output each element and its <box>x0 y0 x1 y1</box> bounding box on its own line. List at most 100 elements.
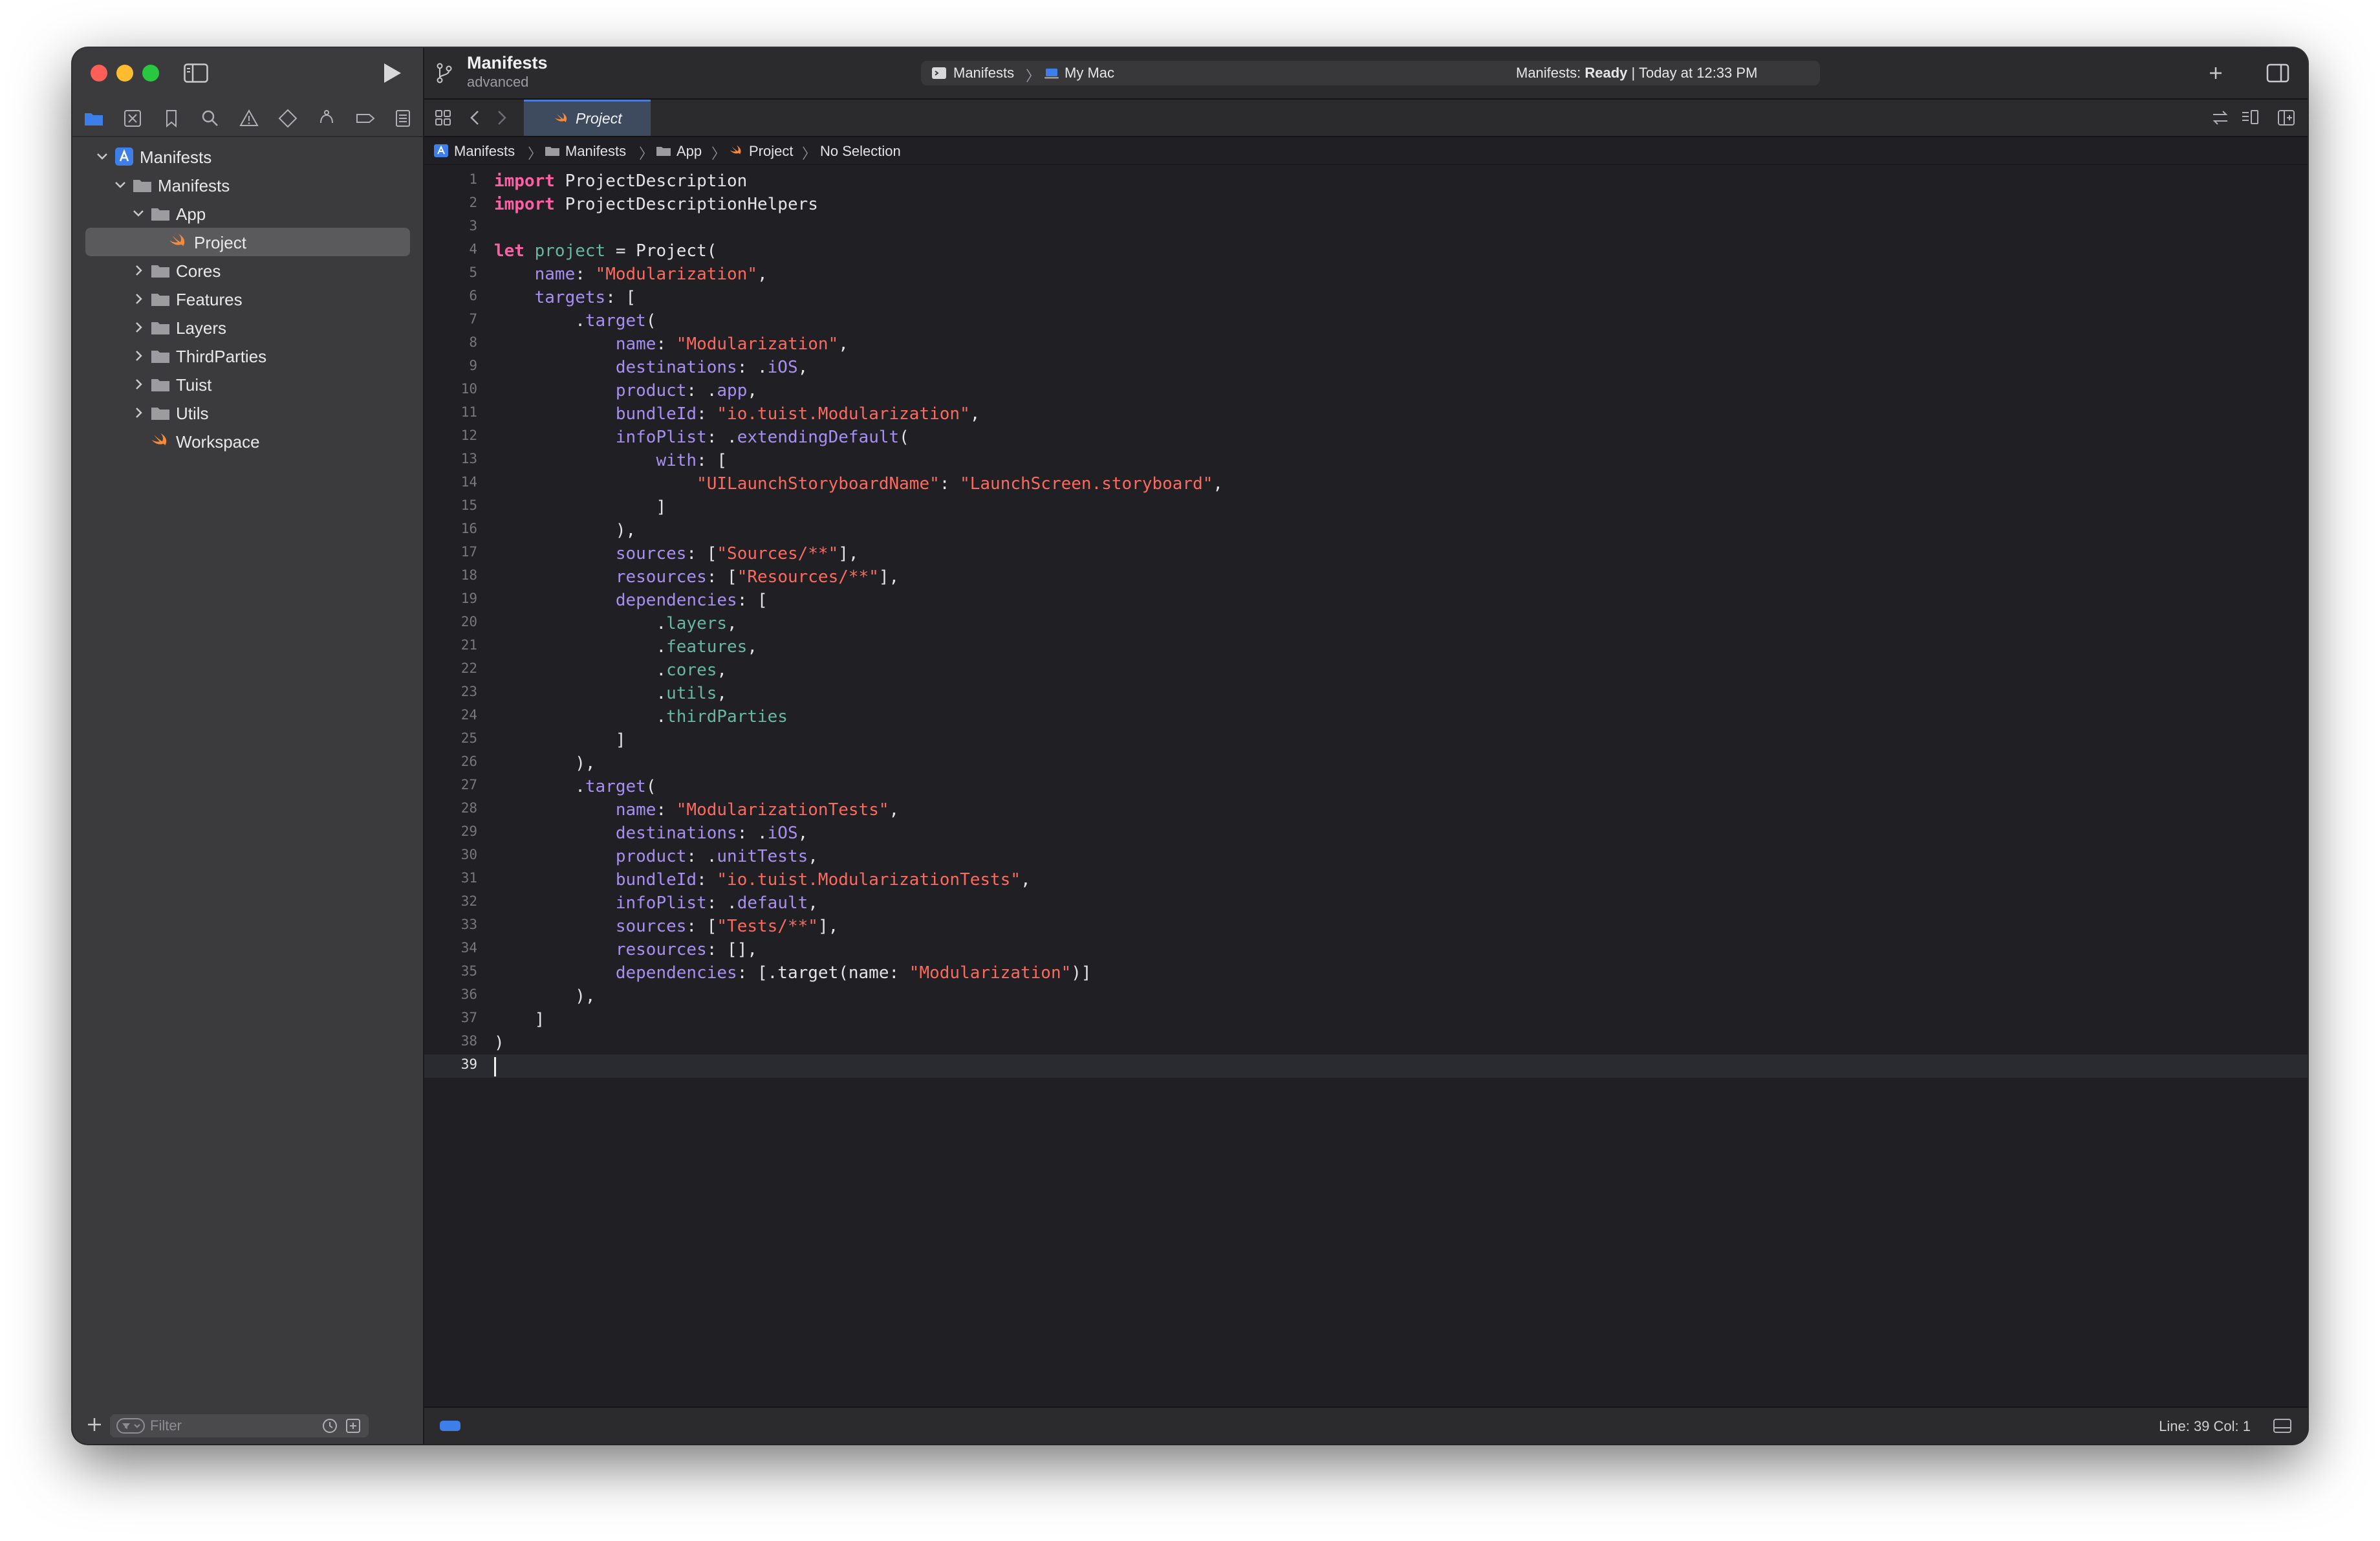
disclosure-expanded-icon[interactable] <box>113 176 128 194</box>
code-line[interactable]: 23 .utils, <box>424 682 2308 705</box>
grid-icon[interactable] <box>433 108 453 127</box>
disclosure-collapsed-icon[interactable] <box>131 290 146 308</box>
find-tab-icon[interactable] <box>199 107 221 129</box>
code-line[interactable]: 34 resources: [], <box>424 938 2308 961</box>
zoom-window-button[interactable] <box>142 65 159 82</box>
code-line[interactable]: 33 sources: ["Tests/**"], <box>424 915 2308 938</box>
project-navigator-tab-icon[interactable] <box>83 107 105 129</box>
code-line[interactable]: 9 destinations: .iOS, <box>424 356 2308 379</box>
tree-item[interactable]: Tuist <box>85 370 410 399</box>
code-line[interactable]: 14 "UILaunchStoryboardName": "LaunchScre… <box>424 472 2308 496</box>
branch-icon[interactable] <box>435 62 454 84</box>
editor-tab-project[interactable]: Project <box>524 100 651 136</box>
tree-item[interactable]: Project <box>85 228 410 256</box>
code-line[interactable]: 20 .layers, <box>424 612 2308 635</box>
code-line[interactable]: 27 .target( <box>424 775 2308 798</box>
source-control-tab-icon[interactable] <box>122 107 144 129</box>
source-control-filter-icon[interactable] <box>345 1418 361 1434</box>
code-line[interactable]: 6 targets: [ <box>424 286 2308 309</box>
tree-item[interactable]: Manifests <box>85 142 410 171</box>
jumpbar-item-selection[interactable]: No Selection <box>820 143 901 160</box>
tree-item[interactable]: ThirdParties <box>85 342 410 370</box>
code-token: infoPlist <box>615 893 707 913</box>
code-line[interactable]: 4 let project = Project( <box>424 239 2308 263</box>
code-line[interactable]: 1 import ProjectDescription <box>424 169 2308 193</box>
jumpbar-item-file[interactable]: Project <box>749 143 793 160</box>
disclosure-expanded-icon[interactable] <box>131 204 146 223</box>
code-line[interactable]: 12 infoPlist: .extendingDefault( <box>424 426 2308 449</box>
code-line[interactable]: 11 bundleId: "io.tuist.Modularization", <box>424 402 2308 426</box>
destination-selector[interactable]: My Mac <box>1065 65 1114 82</box>
code-line[interactable]: 10 product: .app, <box>424 379 2308 402</box>
activity-indicator[interactable] <box>440 1421 460 1431</box>
code-line[interactable]: 36 ), <box>424 985 2308 1008</box>
code-token: iOS <box>767 824 798 843</box>
code-line[interactable]: 28 name: "ModularizationTests", <box>424 798 2308 822</box>
disclosure-collapsed-icon[interactable] <box>131 318 146 336</box>
add-icon[interactable] <box>2204 62 2227 84</box>
tree-item[interactable]: Features <box>85 285 410 313</box>
tree-item[interactable]: Layers <box>85 313 410 342</box>
tree-item[interactable]: Workspace <box>85 427 410 455</box>
split-editor-icon[interactable] <box>2277 108 2296 127</box>
issue-tab-icon[interactable] <box>238 107 260 129</box>
code-line[interactable]: 19 dependencies: [ <box>424 589 2308 612</box>
report-tab-icon[interactable] <box>392 107 414 129</box>
code-line[interactable]: 30 product: .unitTests, <box>424 845 2308 868</box>
recent-files-icon[interactable] <box>322 1418 338 1434</box>
related-items-icon[interactable] <box>2211 108 2230 127</box>
disclosure-collapsed-icon[interactable] <box>131 261 146 279</box>
debug-tab-icon[interactable] <box>316 107 338 129</box>
code-line[interactable]: 31 bundleId: "io.tuist.ModularizationTes… <box>424 868 2308 891</box>
breakpoint-tab-icon[interactable] <box>354 107 376 129</box>
jumpbar-item-app[interactable]: App <box>676 143 702 160</box>
add-file-icon[interactable] <box>85 1415 103 1434</box>
code-line[interactable]: 16 ), <box>424 519 2308 542</box>
code-line[interactable]: 32 infoPlist: .default, <box>424 891 2308 915</box>
bookmark-tab-icon[interactable] <box>160 107 182 129</box>
code-line[interactable]: 5 name: "Modularization", <box>424 263 2308 286</box>
code-line[interactable]: 35 dependencies: [.target(name: "Modular… <box>424 961 2308 985</box>
disclosure-collapsed-icon[interactable] <box>131 347 146 365</box>
jumpbar-item-folder[interactable]: Manifests <box>565 143 626 160</box>
code-line[interactable]: 2 import ProjectDescriptionHelpers <box>424 193 2308 216</box>
code-line[interactable]: 21 .features, <box>424 635 2308 659</box>
inspector-toggle-icon[interactable] <box>2266 62 2289 84</box>
code-line[interactable]: 17 sources: ["Sources/**"], <box>424 542 2308 565</box>
tree-item[interactable]: App <box>85 199 410 228</box>
minimize-window-button[interactable] <box>116 65 133 82</box>
code-line[interactable]: 7 .target( <box>424 309 2308 333</box>
code-line[interactable]: 29 destinations: .iOS, <box>424 822 2308 845</box>
tree-item[interactable]: Manifests <box>85 171 410 199</box>
code-line[interactable]: 39 <box>424 1055 2308 1078</box>
code-line[interactable]: 37 ] <box>424 1008 2308 1031</box>
tree-item[interactable]: Utils <box>85 399 410 427</box>
code-line[interactable]: 18 resources: ["Resources/**"], <box>424 565 2308 589</box>
debug-area-toggle-icon[interactable] <box>2273 1418 2292 1434</box>
run-button[interactable] <box>379 61 405 85</box>
code-line[interactable]: 13 with: [ <box>424 449 2308 472</box>
scheme-selector[interactable]: Manifests <box>953 65 1014 82</box>
code-line[interactable]: 8 name: "Modularization", <box>424 333 2308 356</box>
code-line[interactable]: 26 ), <box>424 752 2308 775</box>
code-line[interactable]: 15 ] <box>424 496 2308 519</box>
sidebar-toggle-icon[interactable] <box>184 63 208 83</box>
disclosure-collapsed-icon[interactable] <box>131 404 146 422</box>
close-window-button[interactable] <box>91 65 107 82</box>
code-line[interactable]: 3 <box>424 216 2308 239</box>
forward-arrow-icon[interactable] <box>492 108 511 127</box>
editor-options-icon[interactable] <box>2240 108 2260 127</box>
code-line[interactable]: 38) <box>424 1031 2308 1055</box>
code-line[interactable]: 22 .cores, <box>424 659 2308 682</box>
disclosure-expanded-icon[interactable] <box>94 148 110 166</box>
test-tab-icon[interactable] <box>277 107 299 129</box>
branch-name[interactable]: advanced <box>467 74 528 91</box>
tree-item[interactable]: Cores <box>85 256 410 285</box>
code-line[interactable]: 24 .thirdParties <box>424 705 2308 728</box>
code-line[interactable]: 25 ] <box>424 728 2308 752</box>
disclosure-collapsed-icon[interactable] <box>131 375 146 393</box>
filter-options-icon[interactable] <box>116 1418 145 1434</box>
back-arrow-icon[interactable] <box>466 108 485 127</box>
filter-field[interactable]: Filter <box>110 1414 369 1437</box>
jumpbar-item-project[interactable]: Manifests <box>454 143 515 160</box>
